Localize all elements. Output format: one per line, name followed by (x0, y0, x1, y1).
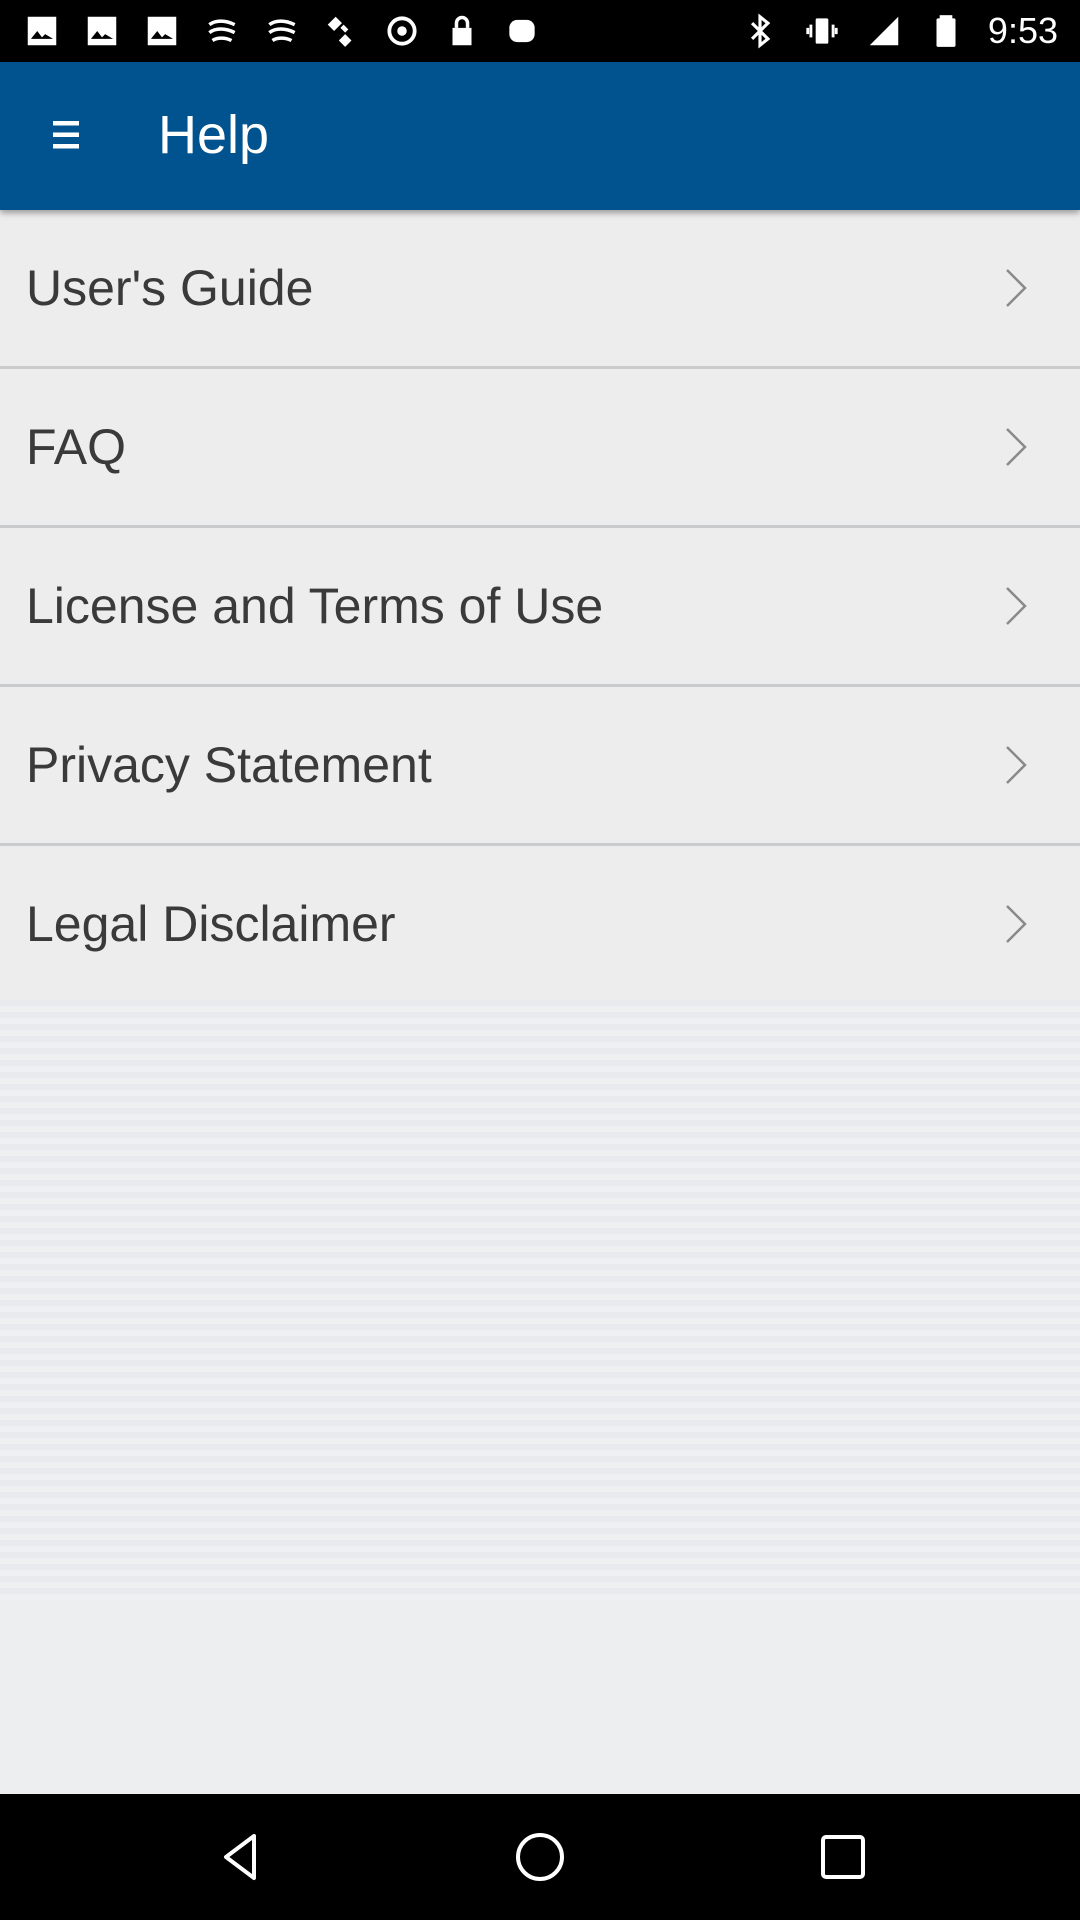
satellite-icon (322, 11, 362, 51)
list-item-users-guide[interactable]: User's Guide (0, 210, 1080, 369)
status-time: 9:53 (987, 10, 1058, 51)
chevron-right-icon (1002, 425, 1030, 469)
list-item-legal-disclaimer[interactable]: Legal Disclaimer (0, 846, 1080, 1005)
back-icon[interactable] (213, 1827, 273, 1887)
page-title: Help (158, 105, 270, 165)
list-item-privacy-statement[interactable]: Privacy Statement (0, 687, 1080, 846)
photo-icon (22, 11, 62, 51)
system-navigation-bar (0, 1794, 1080, 1920)
vibrate-icon (802, 11, 842, 51)
android-icon (502, 11, 542, 51)
help-menu-list: User's Guide FAQ License and Terms of Us… (0, 210, 1080, 1005)
home-icon[interactable] (510, 1827, 570, 1887)
list-item-label: User's Guide (26, 260, 314, 316)
photo-icon (142, 11, 182, 51)
photo-icon (82, 11, 122, 51)
fan-icon (262, 11, 302, 51)
recents-icon[interactable] (813, 1827, 873, 1887)
chevron-right-icon (1002, 743, 1030, 787)
empty-background-lower (0, 1600, 1080, 1794)
list-item-label: Legal Disclaimer (26, 896, 396, 952)
status-notification-icons (22, 8, 542, 54)
signal-icon (864, 11, 904, 51)
battery-icon (926, 11, 966, 51)
chevron-right-icon (1002, 584, 1030, 628)
list-item-faq[interactable]: FAQ (0, 369, 1080, 528)
list-item-label: FAQ (26, 419, 127, 475)
status-system-icons: 9:53 (740, 8, 1058, 54)
status-bar: 9:53 (0, 0, 1080, 62)
list-item-label: Privacy Statement (26, 737, 432, 793)
circle-icon (382, 11, 422, 51)
hamburger-icon[interactable] (44, 112, 90, 158)
lock-icon (442, 11, 482, 51)
chevron-right-icon (1002, 266, 1030, 310)
chevron-right-icon (1002, 902, 1030, 946)
app-bar: Help (0, 62, 1080, 210)
fan-icon (202, 11, 242, 51)
list-item-label: License and Terms of Use (26, 578, 604, 634)
bluetooth-icon (740, 11, 780, 51)
list-item-license-terms[interactable]: License and Terms of Use (0, 528, 1080, 687)
